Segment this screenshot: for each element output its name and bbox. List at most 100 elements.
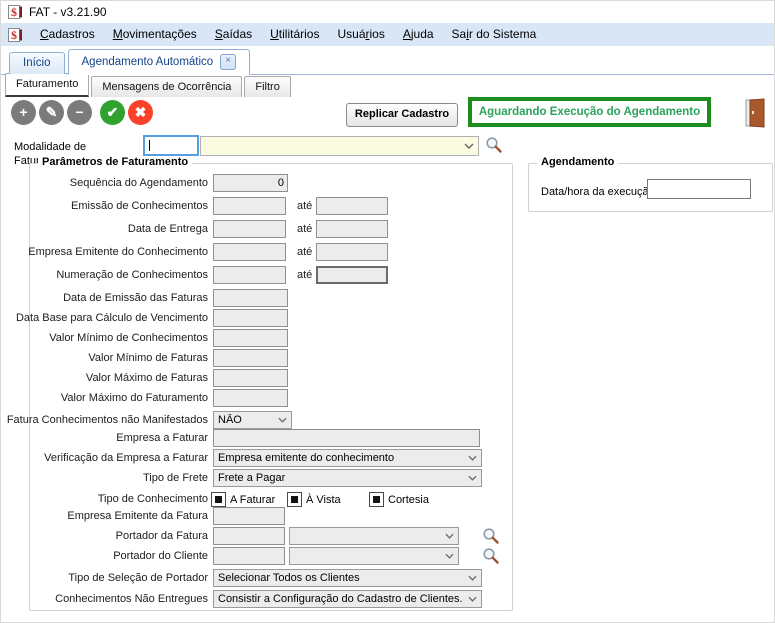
- search-icon[interactable]: [482, 527, 500, 545]
- emissao-conhecimentos-to-input[interactable]: [316, 197, 388, 215]
- menu-label-key: A: [402, 27, 411, 41]
- verificacao-empresa-select[interactable]: Empresa emitente do conhecimento: [213, 449, 482, 467]
- exit-button[interactable]: [745, 98, 767, 128]
- sub-tabstrip: Faturamento Mensagens de Ocorrência Filt…: [1, 73, 774, 97]
- menu-saidas[interactable]: Saídas: [206, 23, 261, 46]
- subtab-mensagens-ocorrencia[interactable]: Mensagens de Ocorrência: [91, 76, 243, 97]
- data-emissao-faturas-input[interactable]: [213, 289, 288, 307]
- verificacao-empresa-value: Empresa emitente do conhecimento: [218, 452, 395, 464]
- numeracao-conhecimentos-to-input[interactable]: [316, 266, 388, 284]
- empresa-emitente-conhecimento-from-input[interactable]: [213, 243, 286, 261]
- row-data-base-vencimento: Data Base para Cálculo de Vencimento: [15, 309, 512, 327]
- conhecimentos-nao-entregues-value: Consistir a Configuração do Cadastro de …: [218, 593, 463, 605]
- replicar-cadastro-button[interactable]: Replicar Cadastro: [346, 103, 458, 127]
- confirm-button[interactable]: ✔: [100, 100, 125, 125]
- nao-manifestados-label: Fatura Conhecimentos não Manifestados: [6, 414, 208, 426]
- tipo-frete-value: Frete a Pagar: [218, 472, 286, 484]
- checkbox-fill-icon: [291, 496, 298, 503]
- subtab-faturamento[interactable]: Faturamento: [5, 73, 90, 97]
- row-valor-maximo-faturas: Valor Máximo de Faturas: [30, 369, 512, 387]
- menu-utilitarios[interactable]: Utilitários: [261, 23, 328, 46]
- portador-cliente-label: Portador do Cliente: [113, 550, 208, 562]
- row-valor-minimo-faturas: Valor Mínimo de Faturas: [30, 349, 512, 367]
- chevron-down-icon: [445, 553, 454, 559]
- ate-label: até: [297, 269, 313, 281]
- valor-minimo-faturas-input[interactable]: [213, 349, 288, 367]
- row-empresa-emitente-conhecimento: Empresa Emitente do Conhecimento até: [28, 243, 512, 261]
- svg-text:$: $: [11, 28, 17, 42]
- minus-icon: −: [75, 104, 84, 120]
- portador-fatura-select[interactable]: [289, 527, 459, 545]
- emissao-conhecimentos-label: Emissão de Conhecimentos: [71, 200, 208, 212]
- modalidade-combobox[interactable]: [200, 136, 479, 156]
- tab-agendamento-automatico[interactable]: Agendamento Automático ×: [67, 49, 251, 75]
- a-vista-checkbox[interactable]: [287, 492, 302, 507]
- row-valor-minimo-conhecimentos: Valor Mínimo de Conhecimentos: [30, 329, 512, 347]
- tab-inicio[interactable]: Início: [9, 52, 65, 74]
- valor-maximo-faturas-label: Valor Máximo de Faturas: [85, 372, 208, 384]
- data-entrega-label: Data de Entrega: [127, 223, 208, 235]
- tab-label: Agendamento Automático: [81, 55, 214, 68]
- status-text: Aguardando Execução do Agendamento: [478, 106, 701, 118]
- data-base-vencimento-input[interactable]: [213, 309, 288, 327]
- empresa-emitente-conhecimento-to-input[interactable]: [316, 243, 388, 261]
- checkbox-fill-icon: [373, 496, 380, 503]
- menu-movimentacoes[interactable]: Movimentações: [104, 23, 206, 46]
- menu-label-post: aídas: [222, 27, 253, 41]
- svg-text:$: $: [11, 5, 17, 19]
- menu-label-post: ios: [369, 27, 385, 41]
- empresa-a-faturar-input[interactable]: [213, 429, 480, 447]
- menu-cadastros[interactable]: Cadastros: [31, 23, 104, 46]
- row-empresa-a-faturar: Empresa a Faturar: [30, 429, 512, 447]
- menu-label-post: adastros: [48, 27, 95, 41]
- a-vista-checkbox-label: À Vista: [306, 493, 341, 506]
- portador-cliente-code-input[interactable]: [213, 547, 285, 565]
- data-base-vencimento-label: Data Base para Cálculo de Vencimento: [15, 312, 208, 324]
- search-icon[interactable]: [485, 136, 503, 154]
- modalidade-code-input[interactable]: [143, 135, 199, 156]
- data-entrega-to-input[interactable]: [316, 220, 388, 238]
- valor-maximo-faturamento-input[interactable]: [213, 389, 288, 407]
- subtab-filtro[interactable]: Filtro: [244, 76, 291, 97]
- valor-minimo-conhecimentos-label: Valor Mínimo de Conhecimentos: [49, 332, 208, 344]
- conhecimentos-nao-entregues-select[interactable]: Consistir a Configuração do Cadastro de …: [213, 590, 482, 608]
- tipo-frete-select[interactable]: Frete a Pagar: [213, 469, 482, 487]
- search-icon[interactable]: [482, 547, 500, 565]
- valor-minimo-conhecimentos-input[interactable]: [213, 329, 288, 347]
- tipo-selecao-portador-label: Tipo de Seleção de Portador: [68, 572, 208, 584]
- parametros-groupbox: Parâmetros de Faturamento Sequência do A…: [6, 156, 513, 611]
- menu-label-post: r do Sistema: [468, 27, 537, 41]
- menu-label-pre: Sa: [451, 27, 467, 41]
- remove-button[interactable]: −: [67, 100, 92, 125]
- numeracao-conhecimentos-from-input[interactable]: [213, 266, 286, 284]
- valor-minimo-faturas-label: Valor Mínimo de Faturas: [88, 352, 208, 364]
- portador-cliente-select[interactable]: [289, 547, 459, 565]
- a-faturar-checkbox[interactable]: [211, 492, 226, 507]
- row-data-emissao-faturas: Data de Emissão das Faturas: [30, 289, 512, 307]
- data-entrega-from-input[interactable]: [213, 220, 286, 238]
- cortesia-checkbox[interactable]: [369, 492, 384, 507]
- close-icon[interactable]: ×: [220, 54, 237, 70]
- row-valor-maximo-faturamento: Valor Máximo do Faturamento: [30, 389, 512, 407]
- data-hora-execucao-label: Data/hora da execução: [541, 186, 655, 198]
- valor-maximo-faturas-input[interactable]: [213, 369, 288, 387]
- row-conhecimentos-nao-entregues: Conhecimentos Não Entregues Consistir a …: [30, 590, 512, 608]
- cancel-button[interactable]: ✖: [128, 100, 153, 125]
- menu-label-key: M: [112, 27, 123, 41]
- document-tabstrip: Início Agendamento Automático ×: [1, 49, 774, 75]
- empresa-emitente-fatura-input[interactable]: [213, 507, 285, 525]
- portador-fatura-code-input[interactable]: [213, 527, 285, 545]
- subtab-label: Filtro: [255, 81, 280, 93]
- edit-button[interactable]: ✎: [39, 100, 64, 125]
- menu-usuarios[interactable]: Usuários: [328, 23, 393, 46]
- sequencia-input[interactable]: [213, 174, 288, 192]
- nao-manifestados-select[interactable]: NÃO: [213, 411, 292, 429]
- emissao-conhecimentos-from-input[interactable]: [213, 197, 286, 215]
- verificacao-empresa-label: Verificação da Empresa a Faturar: [44, 452, 208, 464]
- door-icon: [745, 98, 765, 128]
- tipo-selecao-portador-select[interactable]: Selecionar Todos os Clientes: [213, 569, 482, 587]
- menu-ajuda[interactable]: Ajuda: [394, 23, 443, 46]
- menu-sair-do-sistema[interactable]: Sair do Sistema: [443, 23, 546, 46]
- add-button[interactable]: +: [11, 100, 36, 125]
- data-hora-execucao-input[interactable]: [647, 179, 751, 199]
